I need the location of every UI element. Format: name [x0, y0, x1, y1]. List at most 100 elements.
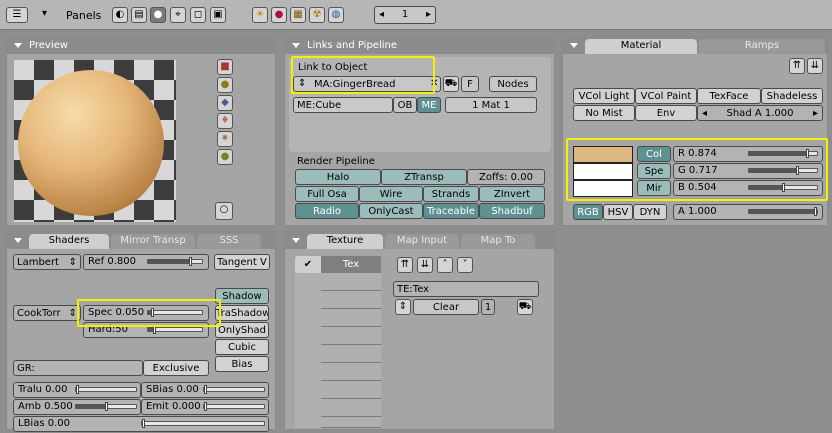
full-osa-button[interactable]: Full Osa: [295, 186, 359, 202]
texture-channel-checkbox-icon[interactable]: ✔: [295, 256, 321, 273]
tab-shaders[interactable]: Shaders: [29, 234, 109, 249]
diffuse-shader-select[interactable]: Lambert ⇕: [13, 254, 81, 270]
copy-material-icon[interactable]: ⇈: [789, 58, 805, 74]
paste-texture-icon[interactable]: ⇊: [417, 257, 433, 273]
mesh-name-field[interactable]: ME:Cube: [293, 97, 393, 113]
tralu-slider[interactable]: [75, 385, 137, 394]
sbias-slider[interactable]: [203, 385, 265, 394]
texture-channel-8[interactable]: [321, 382, 381, 399]
rgb-button[interactable]: RGB: [573, 204, 603, 220]
collapse-menu-icon[interactable]: ▾: [42, 8, 47, 19]
links-panel-header[interactable]: Links and Pipeline: [285, 37, 554, 54]
tab-material[interactable]: Material: [585, 39, 697, 54]
nodes-button[interactable]: Nodes: [489, 76, 537, 92]
move-up-icon[interactable]: ˄: [437, 257, 453, 273]
traceable-button[interactable]: Traceable: [423, 203, 479, 219]
tab-map-input[interactable]: Map Input: [385, 234, 459, 249]
texture-channel-7[interactable]: [321, 364, 381, 381]
material-index-field[interactable]: 1 Mat 1: [445, 97, 537, 113]
preview-render-toggle-icon[interactable]: ○: [215, 202, 233, 220]
texface-button[interactable]: TexFace: [697, 88, 761, 104]
texture-browse-icon[interactable]: ⇕: [395, 299, 411, 315]
shadeless-button[interactable]: Shadeless: [761, 88, 823, 104]
no-mist-button[interactable]: No Mist: [573, 105, 635, 121]
texture-buttons-icon[interactable]: ▦: [290, 7, 306, 23]
wire-button[interactable]: Wire: [359, 186, 423, 202]
preview-panel-header[interactable]: Preview: [7, 37, 275, 54]
shadow-button[interactable]: Shadow: [215, 288, 269, 304]
preview-sky-sphere-icon[interactable]: ●: [217, 149, 233, 165]
ob-link-button[interactable]: OB: [393, 97, 417, 113]
texture-channel-1[interactable]: Tex: [321, 256, 381, 273]
scene-context-icon[interactable]: ▣: [210, 7, 226, 23]
radiosity-buttons-icon[interactable]: ☢: [309, 7, 325, 23]
paste-material-icon[interactable]: ⇊: [807, 58, 823, 74]
zoffs-field[interactable]: Zoffs: 0.00: [467, 169, 545, 185]
f-button[interactable]: F: [461, 76, 479, 92]
lamp-buttons-icon[interactable]: ☀: [252, 7, 268, 23]
preview-cube-icon[interactable]: ◆: [217, 95, 233, 111]
bias-button[interactable]: Bias: [215, 356, 269, 372]
strands-button[interactable]: Strands: [423, 186, 479, 202]
shadbuf-button[interactable]: Shadbuf: [479, 203, 545, 219]
world-buttons-icon[interactable]: ◍: [328, 7, 344, 23]
preview-hair-icon[interactable]: ✷: [217, 131, 233, 147]
trashadow-button[interactable]: TraShadow: [215, 305, 269, 321]
texture-channel-4[interactable]: [321, 310, 381, 327]
exclusive-button[interactable]: Exclusive: [143, 360, 209, 376]
material-collapse-icon[interactable]: [570, 43, 578, 48]
emit-slider[interactable]: [203, 402, 265, 411]
shad-a-decrement-icon[interactable]: ◂: [702, 106, 707, 120]
texture-channel-9[interactable]: [321, 400, 381, 417]
onlycast-button[interactable]: OnlyCast: [359, 203, 423, 219]
lbias-slider[interactable]: [141, 419, 265, 428]
radio-button[interactable]: Radio: [295, 203, 359, 219]
texture-channel-2[interactable]: [321, 274, 381, 291]
move-down-icon[interactable]: ˅: [457, 257, 473, 273]
preview-plane-icon[interactable]: ■: [217, 59, 233, 75]
cubic-button[interactable]: Cubic: [215, 339, 269, 355]
shad-a-field[interactable]: ◂ Shad A 1.000 ▸: [697, 105, 823, 121]
frame-decrement-icon[interactable]: ◂: [379, 7, 384, 23]
ref-slider[interactable]: [147, 257, 203, 266]
vcol-light-button[interactable]: VCol Light: [573, 88, 635, 104]
clear-texture-button[interactable]: Clear: [413, 299, 479, 315]
specular-shader-select[interactable]: CookTorr ⇕: [13, 305, 81, 321]
amb-slider[interactable]: [75, 402, 137, 411]
preview-monkey-icon[interactable]: ♦: [217, 113, 233, 129]
object-context-icon[interactable]: ⌖: [170, 7, 186, 23]
env-button[interactable]: Env: [635, 105, 697, 121]
tab-ramps[interactable]: Ramps: [699, 39, 825, 54]
tab-sss[interactable]: SSS: [197, 234, 261, 249]
material-buttons-icon[interactable]: ●: [271, 7, 287, 23]
vcol-paint-button[interactable]: VCol Paint: [635, 88, 697, 104]
texture-channel-5[interactable]: [321, 328, 381, 345]
texture-channel-6[interactable]: [321, 346, 381, 363]
ztransp-button[interactable]: ZTransp: [381, 169, 467, 185]
script-context-icon[interactable]: ▤: [131, 7, 147, 23]
tab-texture[interactable]: Texture: [307, 234, 383, 249]
gr-field[interactable]: GR:: [13, 360, 143, 376]
hard-slider[interactable]: [147, 325, 203, 334]
frame-increment-icon[interactable]: ▸: [426, 7, 431, 23]
zinvert-button[interactable]: ZInvert: [479, 186, 545, 202]
texture-fake-user-icon[interactable]: ⛟: [517, 299, 533, 315]
texture-name-field[interactable]: TE:Tex: [393, 281, 539, 297]
halo-button[interactable]: Halo: [295, 169, 381, 185]
tab-map-to[interactable]: Map To: [461, 234, 535, 249]
preview-sphere-icon[interactable]: ●: [217, 77, 233, 93]
frame-number-field[interactable]: ◂ 1 ▸: [374, 6, 436, 24]
logic-context-icon[interactable]: ◐: [112, 7, 128, 23]
dyn-button[interactable]: DYN: [633, 204, 667, 220]
texture-channel-10[interactable]: [321, 418, 381, 428]
shad-a-increment-icon[interactable]: ▸: [813, 106, 818, 120]
editing-context-icon[interactable]: ◻: [190, 7, 206, 23]
tab-mirror-transp[interactable]: Mirror Transp: [111, 234, 195, 249]
texture-channel-3[interactable]: [321, 292, 381, 309]
texture-collapse-icon[interactable]: [292, 238, 300, 243]
hsv-button[interactable]: HSV: [603, 204, 633, 220]
texture-users-field[interactable]: 1: [481, 299, 495, 315]
shading-context-icon[interactable]: ●: [150, 7, 166, 23]
tangent-v-button[interactable]: Tangent V: [214, 254, 270, 270]
me-link-button[interactable]: ME: [417, 97, 441, 113]
